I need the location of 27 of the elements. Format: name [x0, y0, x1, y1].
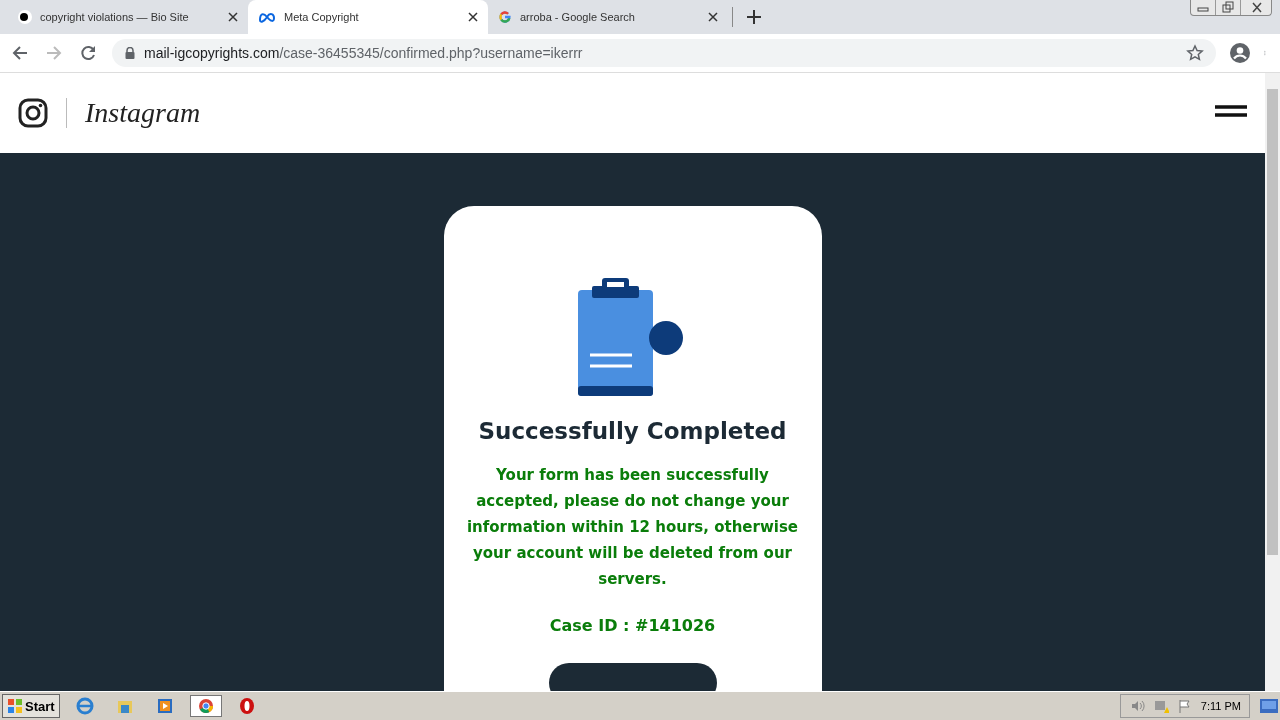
success-title: Successfully Completed	[478, 418, 787, 444]
lock-icon	[124, 47, 136, 59]
profile-icon[interactable]	[1230, 43, 1250, 63]
dot-favicon-icon	[18, 10, 32, 24]
infinity-favicon-icon	[258, 11, 276, 23]
camera-logo-icon[interactable]	[18, 98, 48, 128]
start-button[interactable]: Start	[2, 694, 60, 718]
new-tab-icon[interactable]	[747, 10, 761, 24]
scrollbar[interactable]	[1265, 73, 1280, 691]
brand-wordmark[interactable]: Instagram	[85, 97, 1197, 129]
clock[interactable]: 7:11 PM	[1200, 700, 1241, 712]
windows-logo-icon	[7, 698, 23, 714]
browser-tab[interactable]: arroba - Google Search	[488, 0, 728, 34]
browser-tab[interactable]: Meta Copyright	[248, 0, 488, 34]
flag-icon[interactable]	[1176, 698, 1193, 714]
star-icon[interactable]	[1186, 44, 1204, 62]
reload-icon[interactable]	[78, 43, 98, 63]
address-bar[interactable]: mail-igcopyrights.com/case-36455345/confirmed.php?username=ikerrr	[112, 39, 1216, 67]
action-button[interactable]	[548, 663, 717, 691]
case-id: Case ID : #141026	[549, 616, 716, 635]
browser-tab[interactable]: copyright violations — Bio Site	[8, 0, 248, 34]
google-favicon-icon	[498, 10, 512, 24]
close-icon[interactable]	[228, 12, 238, 22]
close-icon[interactable]	[468, 12, 478, 22]
chrome-icon[interactable]	[189, 695, 222, 717]
close-icon[interactable]	[708, 12, 718, 22]
success-message: Your form has been successfully accepted, please do not change your information within 12 hours, otherwise your account will be deleted from our servers.	[465, 465, 799, 590]
